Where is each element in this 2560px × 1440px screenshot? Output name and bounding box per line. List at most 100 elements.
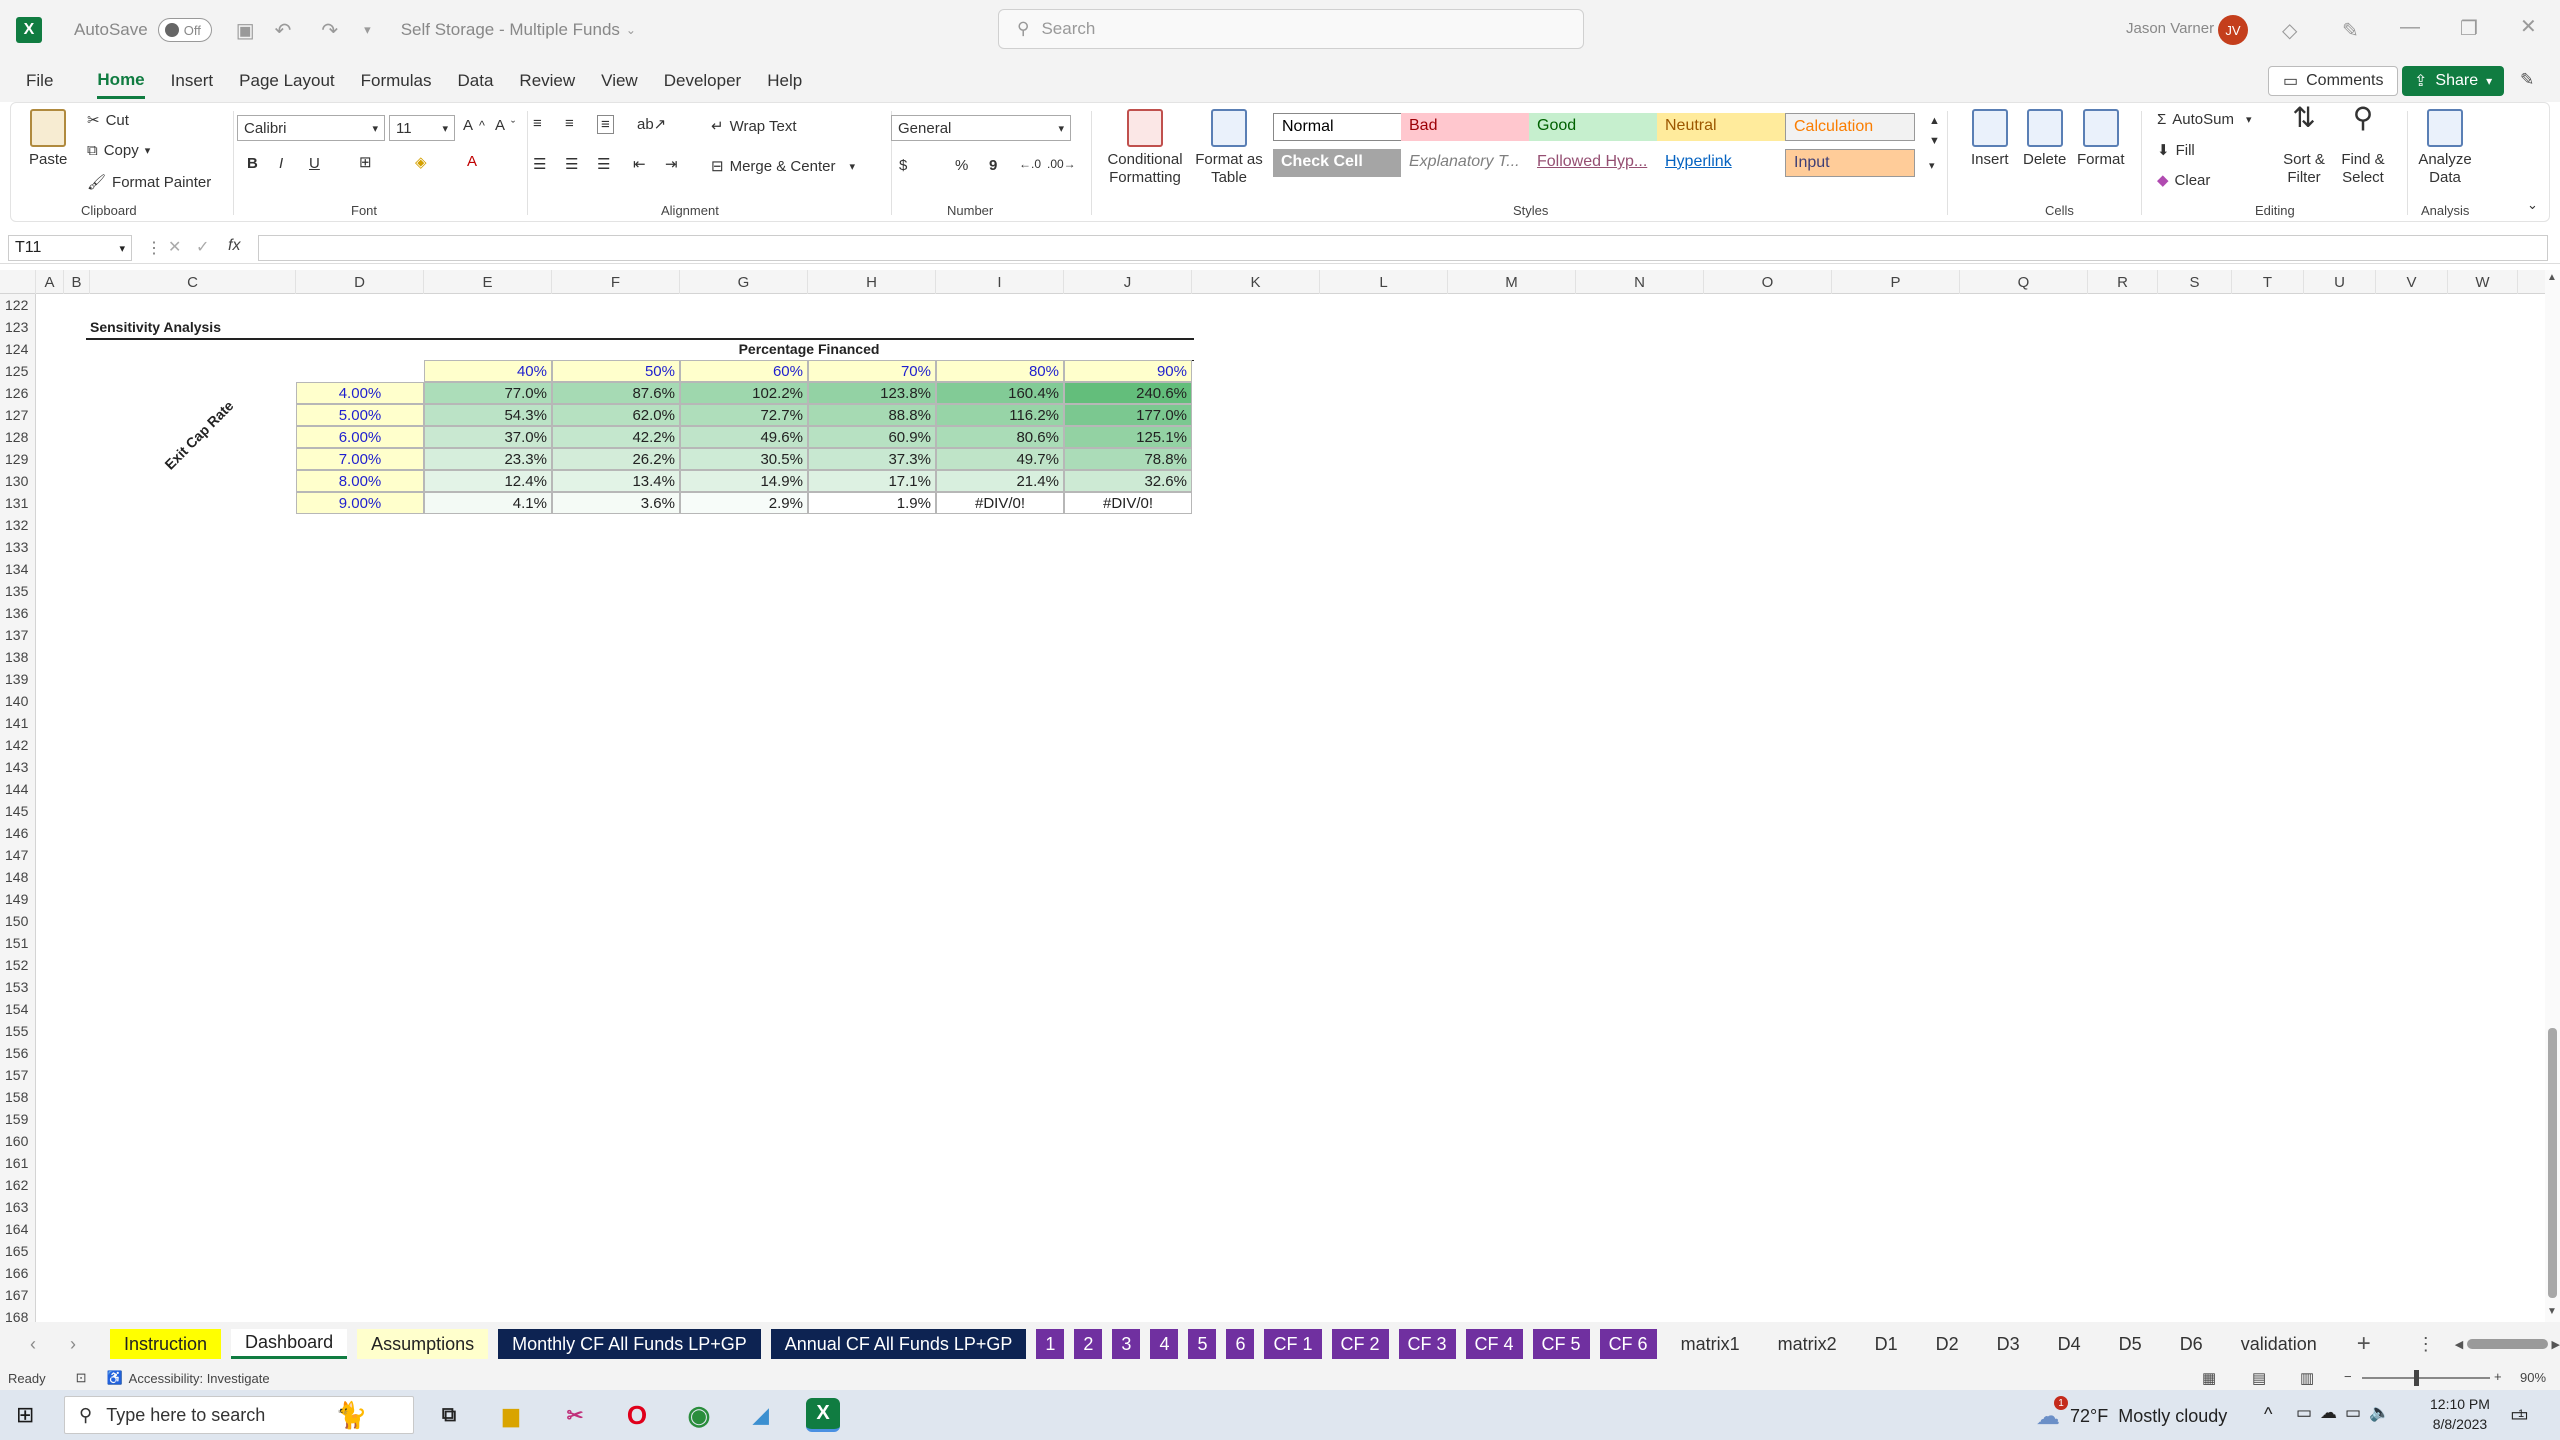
matrix-cell[interactable]: 77.0% [424, 382, 552, 404]
copy-button[interactable]: ⧉ Copy ▾ [87, 142, 150, 159]
row-header[interactable]: 130 [0, 470, 36, 492]
financed-pct-header[interactable]: 80% [936, 360, 1064, 382]
menu-review[interactable]: Review [519, 65, 575, 97]
windows-start-icon[interactable]: ⊞ [16, 1402, 34, 1428]
sort-filter-button[interactable]: ⇅ Sort & Filter [2273, 104, 2335, 187]
opera-icon[interactable]: O [620, 1398, 654, 1432]
row-header[interactable]: 146 [0, 822, 36, 844]
column-header-k[interactable]: K [1192, 270, 1320, 294]
sheet-tab-cf-2[interactable]: CF 2 [1331, 1329, 1389, 1359]
row-header[interactable]: 155 [0, 1020, 36, 1042]
matrix-cell[interactable]: 2.9% [680, 492, 808, 514]
sheet-tab-dashboard[interactable]: Dashboard [231, 1329, 348, 1359]
cap-rate-value[interactable]: 6.00% [296, 426, 424, 448]
cell-style-followed-hyp[interactable]: Followed Hyp... [1529, 149, 1659, 177]
row-header[interactable]: 163 [0, 1196, 36, 1218]
row-header[interactable]: 164 [0, 1218, 36, 1240]
matrix-cell[interactable]: 72.7% [680, 404, 808, 426]
menu-file[interactable]: File [26, 65, 53, 97]
menu-formulas[interactable]: Formulas [361, 65, 432, 97]
cell-style-normal[interactable]: Normal [1273, 113, 1403, 141]
hscroll-left-icon[interactable]: ◀ [2455, 1338, 2463, 1351]
row-header[interactable]: 152 [0, 954, 36, 976]
cell-style-bad[interactable]: Bad [1401, 113, 1531, 141]
avatar[interactable]: JV [2218, 15, 2248, 45]
comma-button[interactable]: 9 [989, 157, 997, 174]
menu-insert[interactable]: Insert [171, 65, 214, 97]
add-sheet-icon[interactable]: + [2357, 1330, 2371, 1358]
column-header-f[interactable]: F [552, 270, 680, 294]
sheet-tab-6[interactable]: 6 [1226, 1329, 1255, 1359]
formula-input[interactable] [258, 235, 2548, 261]
align-left-icon[interactable]: ☰ [533, 155, 546, 173]
function-icon[interactable]: fx [228, 237, 240, 255]
find-select-button[interactable]: ⚲ Find & Select [2331, 104, 2395, 187]
matrix-cell[interactable]: 26.2% [552, 448, 680, 470]
row-header[interactable]: 144 [0, 778, 36, 800]
format-painter-button[interactable]: 🖌 Format Painter [87, 173, 211, 192]
row-header[interactable]: 138 [0, 646, 36, 668]
row-header[interactable]: 125 [0, 360, 36, 382]
currency-button[interactable]: $ [899, 157, 907, 174]
financed-pct-header[interactable]: 40% [424, 360, 552, 382]
row-header[interactable]: 132 [0, 514, 36, 536]
row-header[interactable]: 141 [0, 712, 36, 734]
row-header[interactable]: 157 [0, 1064, 36, 1086]
row-header[interactable]: 123 [0, 316, 36, 338]
italic-button[interactable]: I [279, 155, 283, 172]
align-center-icon[interactable]: ☰ [565, 155, 578, 173]
sheet-tab-d4[interactable]: D4 [2044, 1329, 2095, 1359]
column-header-e[interactable]: E [424, 270, 552, 294]
matrix-cell[interactable]: 160.4% [936, 382, 1064, 404]
sheet-tab-cf-4[interactable]: CF 4 [1465, 1329, 1523, 1359]
undo-icon[interactable]: ↶ [275, 18, 292, 43]
tab-scroll-right-icon[interactable]: › [70, 1334, 76, 1355]
column-header-j[interactable]: J [1064, 270, 1192, 294]
tray-icons[interactable]: ▭☁▭🔈 [2296, 1403, 2398, 1423]
page-break-view-icon[interactable]: ▥ [2300, 1369, 2314, 1387]
sheet-tab-d2[interactable]: D2 [1922, 1329, 1973, 1359]
feedback-icon[interactable]: ✎ [2520, 70, 2534, 90]
row-header[interactable]: 153 [0, 976, 36, 998]
row-header[interactable]: 160 [0, 1130, 36, 1152]
document-title[interactable]: Self Storage - Multiple Funds [401, 20, 620, 40]
enter-icon[interactable]: ✓ [196, 237, 209, 257]
align-bottom-icon[interactable]: ≡ [597, 115, 614, 134]
matrix-cell[interactable]: 62.0% [552, 404, 680, 426]
redo-icon[interactable]: ↷ [321, 18, 338, 43]
increase-decimal-icon[interactable]: ←.0 [1019, 157, 1041, 171]
column-header-d[interactable]: D [296, 270, 424, 294]
column-header-m[interactable]: M [1448, 270, 1576, 294]
search-input[interactable]: ⚲ Search [998, 9, 1584, 49]
accessibility-icon[interactable]: ♿ [106, 1370, 122, 1386]
format-cells-button[interactable]: Format [2077, 109, 2125, 169]
align-top-icon[interactable]: ≡ [533, 115, 542, 132]
autosave-toggle[interactable]: Off [157, 18, 212, 42]
sheet-grid[interactable]: Sensitivity Analysis Percentage Financed… [36, 294, 2545, 1322]
sheet-tab-matrix1[interactable]: matrix1 [1667, 1329, 1754, 1359]
row-header[interactable]: 162 [0, 1174, 36, 1196]
column-header-i[interactable]: I [936, 270, 1064, 294]
row-header[interactable]: 143 [0, 756, 36, 778]
snipping-tool-icon[interactable]: ✂ [558, 1398, 592, 1432]
chevron-down-icon[interactable]: ⌄ [626, 23, 636, 37]
select-all-corner[interactable] [0, 270, 36, 294]
collapse-ribbon-icon[interactable]: ⌄ [2527, 197, 2538, 213]
row-header[interactable]: 122 [0, 294, 36, 316]
borders-icon[interactable]: ⊞ [359, 153, 372, 171]
tab-options-icon[interactable]: ⋮ [2417, 1334, 2435, 1355]
column-header-v[interactable]: V [2376, 270, 2448, 294]
save-icon[interactable]: ▣ [236, 18, 255, 43]
row-header[interactable]: 135 [0, 580, 36, 602]
row-header[interactable]: 126 [0, 382, 36, 404]
sheet-tab-2[interactable]: 2 [1074, 1329, 1103, 1359]
file-explorer-icon[interactable]: ▆ [494, 1398, 528, 1432]
matrix-cell[interactable]: 177.0% [1064, 404, 1192, 426]
app-icon[interactable]: ◢ [744, 1398, 778, 1432]
column-header-c[interactable]: C [90, 270, 296, 294]
row-header[interactable]: 129 [0, 448, 36, 470]
close-icon[interactable]: ✕ [2520, 14, 2537, 39]
row-header[interactable]: 128 [0, 426, 36, 448]
column-header-s[interactable]: S [2158, 270, 2232, 294]
customize-qat-icon[interactable]: ▾ [364, 22, 371, 38]
